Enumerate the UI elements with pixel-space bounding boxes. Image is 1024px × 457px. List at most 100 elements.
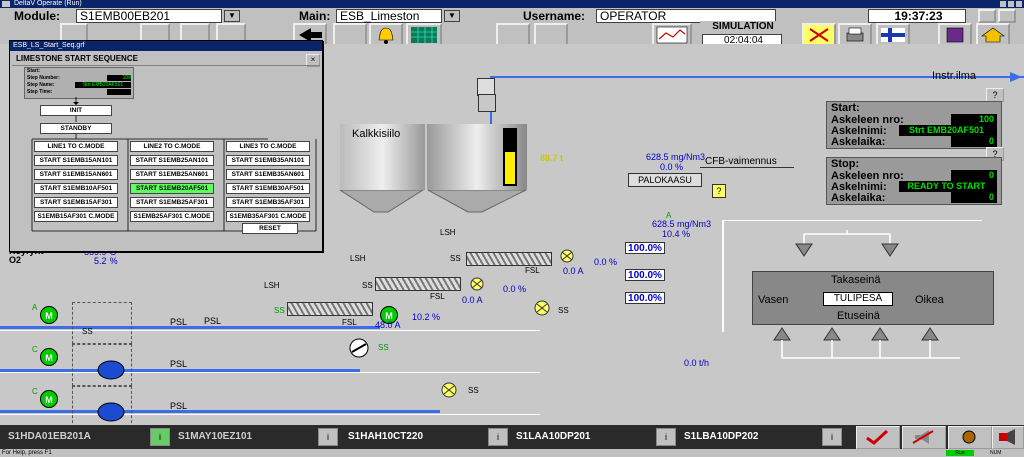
alarm-4-info[interactable]: i bbox=[656, 428, 676, 446]
motor-1[interactable]: M bbox=[40, 306, 58, 324]
stop-panel: Stop: Askeleen nro: 0 Askelnimi: READY T… bbox=[826, 157, 1002, 205]
cfb-number: 628.5 bbox=[646, 152, 669, 162]
silence-horn-button[interactable] bbox=[902, 426, 946, 449]
stop-title: Stop: bbox=[831, 158, 860, 170]
valve-icon-3[interactable] bbox=[532, 300, 552, 316]
num-indicator: NUM bbox=[990, 450, 1002, 456]
window-controls[interactable] bbox=[1000, 0, 1022, 8]
close-display-button[interactable] bbox=[998, 9, 1016, 23]
col1-btn-0[interactable]: LINE1 TO C.MODE bbox=[34, 141, 118, 152]
alarm-2-info[interactable]: i bbox=[318, 428, 338, 446]
current-3: 48.0 A bbox=[375, 320, 401, 330]
col1-btn-2[interactable]: START S1EMB15AN601 bbox=[34, 169, 118, 180]
col1-btn-5[interactable]: S1EMB15AF301 C.MODE bbox=[34, 211, 118, 222]
col1-btn-4[interactable]: START S1EMB15AF301 bbox=[34, 197, 118, 208]
minimize-button[interactable] bbox=[1000, 1, 1006, 7]
module-field[interactable]: S1EMB00EB201 bbox=[76, 9, 222, 23]
furnace-top-nozzles bbox=[795, 230, 899, 257]
col2-btn-3-active[interactable]: START S1EMB20AF501 bbox=[130, 183, 214, 194]
col3-btn-5[interactable]: S1EMB35AF301 C.MODE bbox=[226, 211, 310, 222]
col3-btn-3[interactable]: START S1EMB30AF501 bbox=[226, 183, 310, 194]
main-field[interactable]: ESB_Limeston bbox=[336, 9, 442, 23]
help-button[interactable] bbox=[978, 9, 996, 23]
fan-icon-3 bbox=[97, 402, 125, 422]
col2-btn-0[interactable]: LINE2 TO C.MODE bbox=[130, 141, 214, 152]
valve-icon-4[interactable] bbox=[440, 382, 458, 398]
col2-btn-2[interactable]: START S1EMB25AN601 bbox=[130, 169, 214, 180]
alarm-3[interactable]: S1HAH10CT220 bbox=[348, 431, 423, 442]
conveyor-1[interactable] bbox=[287, 302, 373, 316]
ss-label-6: SS bbox=[468, 386, 479, 395]
main-dropdown[interactable]: ▼ bbox=[444, 10, 460, 22]
reset-button[interactable]: RESET bbox=[242, 223, 298, 234]
pct-3-number: 10.2 bbox=[412, 312, 430, 322]
furnace-pipe-top bbox=[722, 220, 982, 221]
printer-icon bbox=[846, 27, 864, 42]
module-dropdown[interactable]: ▼ bbox=[224, 10, 240, 22]
ss-label-1: SS bbox=[274, 306, 285, 315]
col1-btn-1[interactable]: START S1EMB15AN101 bbox=[34, 155, 118, 166]
ack-page-button[interactable] bbox=[856, 426, 900, 449]
psl-label-4: PSL bbox=[170, 401, 188, 411]
takaseina-label: Takaseinä bbox=[831, 274, 881, 286]
cfb-label: CFB-vaimennus bbox=[705, 156, 777, 167]
conveyor-2[interactable] bbox=[375, 277, 461, 291]
horn-icon bbox=[912, 430, 934, 444]
alarm-4[interactable]: S1LAA10DP201 bbox=[516, 431, 590, 442]
fsl-label-1: FSL bbox=[342, 318, 357, 327]
alarm-5-info[interactable]: i bbox=[822, 428, 842, 446]
valve-pct-2[interactable]: 100.0% bbox=[625, 269, 665, 281]
current-1-number: 0.0 bbox=[563, 266, 576, 276]
col3-btn-0[interactable]: LINE3 TO C.MODE bbox=[226, 141, 310, 152]
psl-label-2: PSL bbox=[204, 316, 222, 326]
relief-valve[interactable] bbox=[478, 94, 496, 112]
alarm-summary-button[interactable] bbox=[948, 426, 992, 449]
tulipesa-box[interactable]: TULIPESÄ bbox=[823, 292, 893, 306]
silo-level-value: 88.7 t bbox=[540, 153, 563, 163]
valve-pct-1[interactable]: 100.0% bbox=[625, 242, 665, 254]
pct-3-unit: % bbox=[432, 312, 441, 322]
o2-number: 5.2 bbox=[94, 256, 107, 266]
pct-1: 0.0 % bbox=[594, 257, 617, 267]
standby-button[interactable]: STANDBY bbox=[40, 123, 112, 134]
motor-2[interactable]: M bbox=[40, 348, 58, 366]
valve-icon-2[interactable] bbox=[468, 277, 486, 291]
alarm-2[interactable]: S1MAY10EZ101 bbox=[178, 431, 252, 442]
close-button[interactable] bbox=[1016, 1, 1022, 7]
silo-level-number: 88.7 bbox=[540, 153, 558, 163]
ss-label-3: SS bbox=[450, 254, 461, 263]
col2-btn-5[interactable]: S1EMB25AF301 C.MODE bbox=[130, 211, 214, 222]
valve-pct-3[interactable]: 100.0% bbox=[625, 292, 665, 304]
ss-label-2: SS bbox=[362, 281, 373, 290]
col3-btn-1[interactable]: START S1EMB35AN101 bbox=[226, 155, 310, 166]
blower-1[interactable] bbox=[72, 302, 132, 344]
col1-btn-3[interactable]: START S1EMB10AF501 bbox=[34, 183, 118, 194]
alarm-list-icon bbox=[962, 430, 976, 444]
alarm-1[interactable]: S1HDA01EB201A bbox=[8, 431, 91, 442]
pct-2: 0.0 % bbox=[503, 284, 526, 294]
sequence-popup: ESB_LS_Start_Seq.grf LIMESTONE START SEQ… bbox=[9, 40, 323, 252]
start-panel: Start: Askeleen nro: 100 Askelnimi: Strt… bbox=[826, 101, 1002, 149]
start-help-button[interactable]: ? bbox=[986, 88, 1004, 102]
furnace-pipe-left bbox=[722, 220, 724, 332]
start-askelaika-label: Askelaika: bbox=[831, 136, 886, 148]
motor-3[interactable]: M bbox=[40, 390, 58, 408]
alarm-3-info[interactable]: i bbox=[488, 428, 508, 446]
init-button[interactable]: INIT bbox=[40, 105, 112, 116]
silo-level-unit: t bbox=[560, 153, 564, 163]
cfb-help-icon[interactable]: ? bbox=[712, 184, 726, 198]
col3-btn-2[interactable]: START S1EMB35AN601 bbox=[226, 169, 310, 180]
col2-btn-1[interactable]: START S1EMB25AN101 bbox=[130, 155, 214, 166]
col3-btn-4[interactable]: START S1EMB35AF301 bbox=[226, 197, 310, 208]
a-unit: mg/Nm3 bbox=[677, 219, 712, 229]
alarm-5[interactable]: S1LBA10DP202 bbox=[684, 431, 758, 442]
valve-icon-1[interactable] bbox=[558, 249, 576, 263]
alarm-1-info[interactable]: i bbox=[150, 428, 170, 446]
line3-pipe bbox=[0, 410, 440, 413]
horn-button[interactable] bbox=[992, 426, 1024, 449]
maximize-button[interactable] bbox=[1008, 1, 1014, 7]
kalkkisiilo-label: Kalkkisiilo bbox=[352, 128, 401, 140]
conveyor-3[interactable] bbox=[466, 252, 552, 266]
col2-btn-4[interactable]: START S1EMB25AF301 bbox=[130, 197, 214, 208]
rotary-feeder-icon[interactable] bbox=[346, 338, 372, 358]
